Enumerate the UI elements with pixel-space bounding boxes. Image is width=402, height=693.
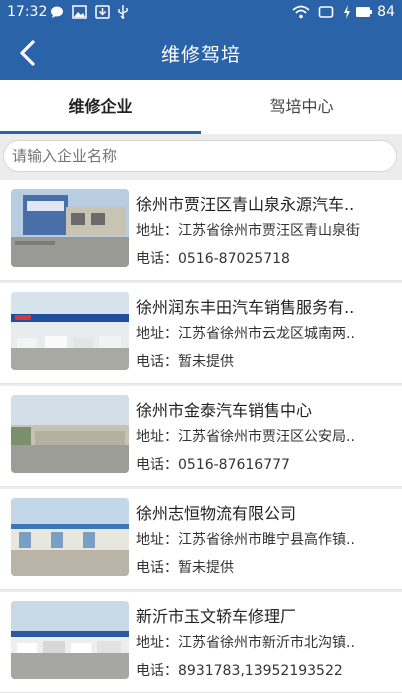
download-icon — [95, 5, 110, 19]
list-item[interactable]: 徐州市金泰汽车销售中心 地址：江苏省徐州市贾汪区公安局.. 电话：0516-87… — [0, 386, 402, 487]
company-address: 地址：江苏省徐州市云龙区城南两.. — [136, 326, 355, 342]
company-photo — [11, 292, 129, 370]
charging-icon — [344, 5, 350, 19]
company-name: 徐州市金泰汽车销售中心 — [136, 401, 313, 420]
tab-bar: 维修企业 驾培中心 — [0, 80, 402, 214]
company-photo — [11, 498, 129, 576]
company-address: 地址：江苏省徐州市贾汪区青山泉街 — [136, 223, 360, 239]
company-photo — [11, 601, 129, 679]
company-photo — [11, 395, 129, 473]
company-phone: 电话：0516-87025718 — [136, 251, 290, 267]
list-item[interactable]: 徐州润东丰田汽车销售服务有.. 地址：江苏省徐州市云龙区城南两.. 电话：暂未提… — [0, 283, 402, 384]
list-item[interactable]: 徐州志恒物流有限公司 地址：江苏省徐州市睢宁县高作镇.. 电话：暂未提供 — [0, 489, 402, 590]
battery-level: 84 — [377, 4, 395, 20]
company-phone: 电话：暂未提供 — [136, 560, 234, 576]
company-address: 地址：江苏省徐州市新沂市北沟镇.. — [136, 635, 355, 651]
company-name: 徐州志恒物流有限公司 — [136, 504, 297, 523]
status-bar: 17:32 84 — [0, 0, 402, 26]
status-time: 17:32 — [7, 4, 48, 20]
screen-icon — [318, 6, 334, 18]
company-phone: 电话：暂未提供 — [136, 354, 234, 370]
usb-icon — [118, 5, 128, 19]
company-name: 徐州润东丰田汽车销售服务有.. — [136, 298, 355, 317]
company-phone: 电话：0516-87616777 — [136, 457, 290, 473]
list-item[interactable]: 新沂市玉文轿车修理厂 地址：江苏省徐州市新沂市北沟镇.. 电话：8931783,… — [0, 592, 402, 693]
company-photo — [11, 189, 129, 267]
tab-driving-schools[interactable]: 驾培中心 — [201, 80, 402, 134]
wifi-icon — [292, 5, 310, 19]
battery-icon — [356, 7, 372, 17]
company-name: 徐州市贾汪区青山泉永源汽车.. — [136, 195, 355, 214]
app-bar: 维修驾培 — [0, 26, 402, 80]
company-phone: 电话：8931783,13952193522 — [136, 663, 343, 679]
company-address: 地址：江苏省徐州市睢宁县高作镇.. — [136, 532, 355, 548]
company-list: 徐州市贾汪区青山泉永源汽车.. 地址：江苏省徐州市贾汪区青山泉街 电话：0516… — [0, 180, 402, 693]
company-name: 新沂市玉文轿车修理厂 — [136, 607, 297, 626]
image-icon — [72, 5, 87, 19]
company-address: 地址：江苏省徐州市贾汪区公安局.. — [136, 429, 355, 445]
search-bar — [0, 134, 402, 180]
chat-icon — [51, 6, 63, 18]
search-input[interactable] — [3, 140, 397, 172]
page-title: 维修驾培 — [160, 44, 241, 66]
list-item[interactable]: 徐州市贾汪区青山泉永源汽车.. 地址：江苏省徐州市贾汪区青山泉街 电话：0516… — [0, 180, 402, 281]
tab-repair-companies[interactable]: 维修企业 — [0, 80, 201, 134]
